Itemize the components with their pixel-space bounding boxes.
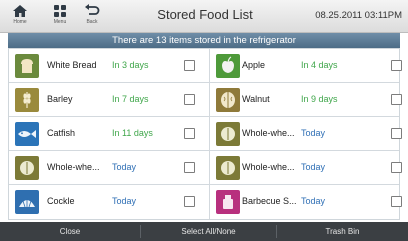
shell-icon [15, 190, 39, 214]
list-item[interactable]: Whole-whe... Today [210, 117, 402, 151]
food-name: Whole-whe... [242, 162, 295, 172]
home-label: Home [13, 19, 27, 25]
list-row: Cockle Today Barbecue S... Today [9, 185, 402, 219]
menu-grid-icon [54, 5, 66, 17]
list-row: White Bread In 3 days Apple In 4 days [9, 49, 402, 83]
select-checkbox[interactable] [391, 162, 402, 173]
list-item[interactable]: Walnut In 9 days [210, 83, 402, 117]
list-item[interactable]: White Bread In 3 days [9, 49, 208, 83]
close-button[interactable]: Close [0, 222, 140, 241]
back-arrow-icon [85, 4, 100, 15]
item-count-banner: There are 13 items stored in the refrige… [8, 33, 400, 48]
stored-food-screen: Home Menu Back Stored Food List 08.25.20… [0, 0, 408, 241]
menu-button[interactable]: Menu [46, 2, 74, 30]
barbecue-icon [216, 190, 240, 214]
bread-icon [15, 54, 39, 78]
select-checkbox[interactable] [391, 60, 402, 71]
food-name: Whole-whe... [242, 128, 295, 138]
list-item[interactable]: Whole-whe... Today [9, 151, 208, 185]
food-name: Cockle [47, 196, 75, 206]
apple-icon [216, 54, 240, 78]
expiry-text: Today [301, 162, 326, 172]
food-name: Barbecue S... [242, 196, 297, 206]
list-item[interactable]: Barley In 7 days [9, 83, 208, 117]
list-row: Barley In 7 days Walnut In 9 days [9, 83, 402, 117]
expiry-text: Today [112, 196, 137, 206]
select-checkbox[interactable] [391, 94, 402, 105]
grain-icon [15, 156, 39, 180]
home-icon [13, 5, 27, 17]
walnut-icon [216, 88, 240, 112]
list-item[interactable]: Whole-whe... Today [210, 151, 402, 185]
back-button[interactable]: Back [78, 2, 106, 30]
menu-label: Menu [53, 19, 67, 25]
select-all-none-button[interactable]: Select All/None [141, 222, 276, 241]
page-title: Stored Food List [157, 7, 253, 22]
home-button[interactable]: Home [6, 2, 34, 30]
expiry-text: Today [301, 128, 326, 138]
back-label: Back [86, 19, 98, 25]
expiry-text: In 7 days [112, 94, 149, 104]
fish-icon [15, 122, 39, 146]
expiry-text: In 4 days [301, 60, 338, 70]
list-row: Whole-whe... Today Whole-whe... Today [9, 151, 402, 185]
food-name: Apple [242, 60, 266, 70]
grain-icon [216, 156, 240, 180]
header-bar: Home Menu Back Stored Food List 08.25.20… [0, 0, 408, 33]
barley-icon [15, 88, 39, 112]
food-name: White Bread [47, 60, 97, 70]
food-name: Barley [47, 94, 73, 104]
food-name: Whole-whe... [47, 162, 100, 172]
list-item[interactable]: Apple In 4 days [210, 49, 402, 83]
select-checkbox[interactable] [391, 196, 402, 207]
food-list: White Bread In 3 days Apple In 4 days Ba… [8, 48, 402, 220]
footer-bar: Close Select All/None Trash Bin [0, 222, 408, 241]
expiry-text: In 11 days [112, 128, 153, 138]
select-checkbox[interactable] [184, 196, 195, 207]
select-checkbox[interactable] [391, 128, 402, 139]
expiry-text: Today [112, 162, 137, 172]
food-name: Catfish [47, 128, 76, 138]
expiry-text: In 3 days [112, 60, 149, 70]
list-item[interactable]: Barbecue S... Today [210, 185, 402, 219]
list-item[interactable]: Catfish In 11 days [9, 117, 208, 151]
trash-bin-button[interactable]: Trash Bin [277, 222, 408, 241]
select-checkbox[interactable] [184, 94, 195, 105]
list-item[interactable]: Cockle Today [9, 185, 208, 219]
grain-icon [216, 122, 240, 146]
list-row: Catfish In 11 days Whole-whe... Today [9, 117, 402, 151]
food-name: Walnut [242, 94, 270, 104]
datetime-display: 08.25.2011 03:11PM [315, 10, 402, 21]
select-checkbox[interactable] [184, 60, 195, 71]
expiry-text: In 9 days [301, 94, 338, 104]
select-checkbox[interactable] [184, 162, 195, 173]
select-checkbox[interactable] [184, 128, 195, 139]
expiry-text: Today [301, 196, 326, 206]
